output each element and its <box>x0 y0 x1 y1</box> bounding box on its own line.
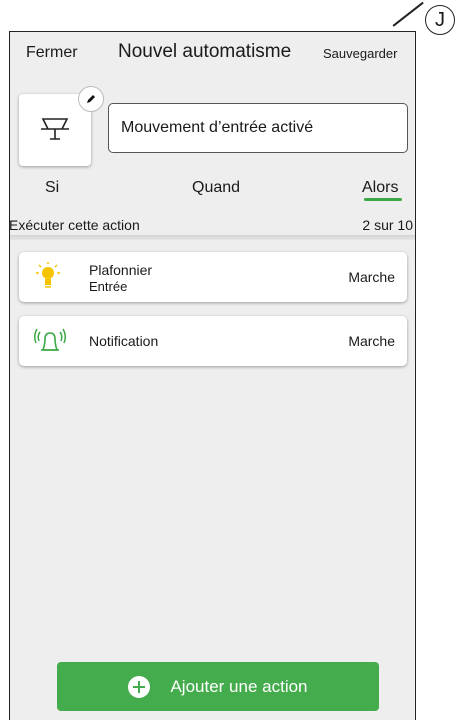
motion-sensor-icon <box>41 118 69 140</box>
callout-badge: J <box>425 5 455 35</box>
page-title: Nouvel automatisme <box>118 41 292 62</box>
bell-ringing-icon <box>33 328 67 351</box>
tab-alors[interactable]: Alors <box>362 179 398 197</box>
active-tab-indicator <box>364 198 402 201</box>
add-action-label: Ajouter une action <box>170 676 308 696</box>
lightbulb-icon <box>36 262 60 288</box>
automation-name-field[interactable]: Mouvement d’entrée activé <box>108 103 408 153</box>
edit-icon-button[interactable] <box>78 86 104 112</box>
action-state: Marche <box>348 333 395 349</box>
callout-line <box>392 1 424 27</box>
action-item-notification[interactable]: Notification Marche <box>19 316 407 366</box>
callout-label: J <box>435 8 445 31</box>
action-name: Plafonnier <box>89 262 153 278</box>
automation-name-value: Mouvement d’entrée activé <box>121 119 314 136</box>
add-action-button[interactable]: Ajouter une action <box>57 662 379 711</box>
section-divider <box>10 235 415 240</box>
pencil-icon <box>87 95 95 103</box>
tab-si[interactable]: Si <box>45 179 59 197</box>
action-count: 2 sur 10 <box>362 217 413 233</box>
plus-circle-icon <box>128 675 151 698</box>
action-item-plafonnier[interactable]: Plafonnier Entrée Marche <box>19 252 407 302</box>
close-button[interactable]: Fermer <box>26 44 78 62</box>
save-button[interactable]: Sauvegarder <box>323 46 397 61</box>
tab-quand[interactable]: Quand <box>192 179 240 197</box>
action-location: Entrée <box>89 279 128 294</box>
app-screen: Fermer Nouvel automatisme Sauvegarder Mo… <box>9 31 416 720</box>
action-name: Notification <box>89 333 159 349</box>
action-state: Marche <box>348 269 395 285</box>
section-label: Exécuter cette action <box>9 217 140 233</box>
